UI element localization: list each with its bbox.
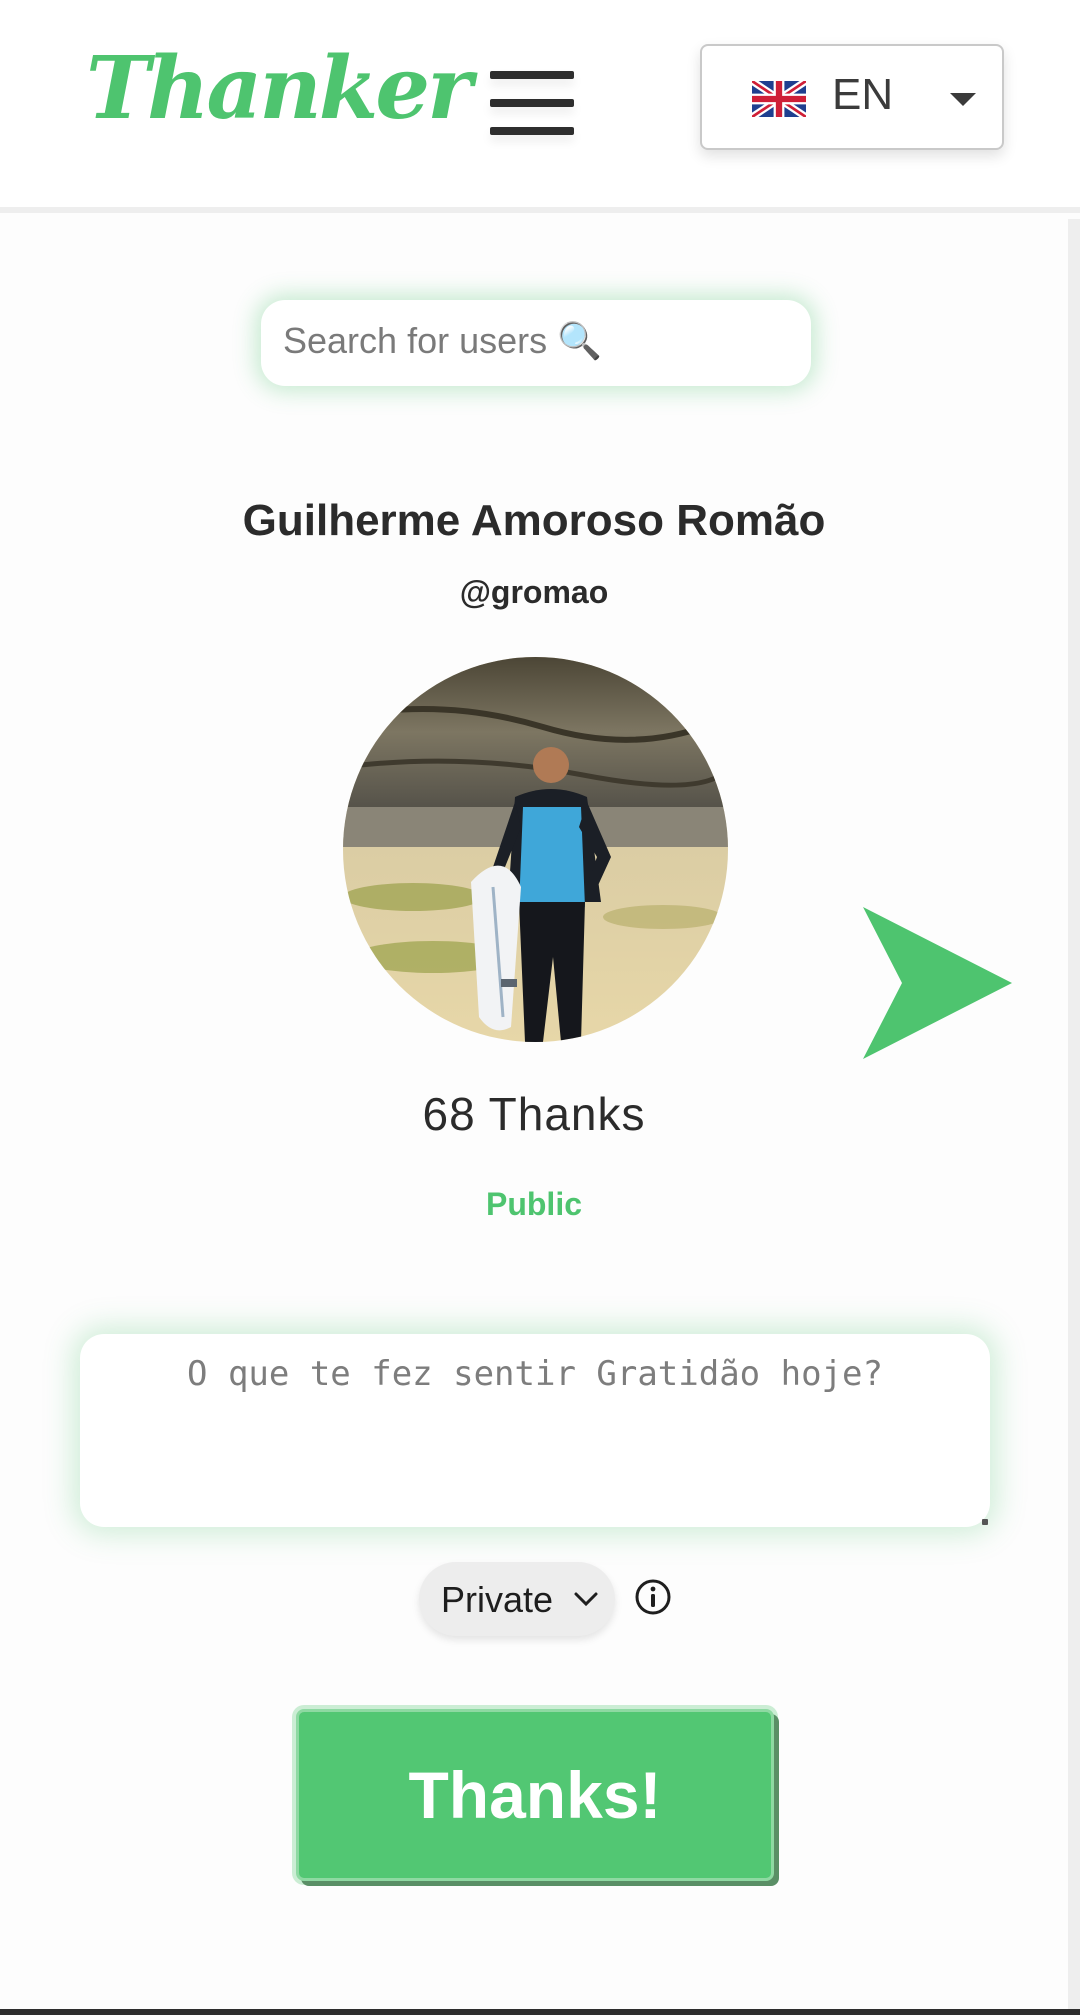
avatar-photo [343,657,728,1042]
app: Thanker EN Search for users 🔍 Guilherme … [0,0,1080,2015]
search-input[interactable]: Search for users 🔍 [261,300,811,386]
hamburger-line [490,127,574,135]
bottom-edge [0,2009,1080,2015]
language-code: EN [832,70,894,119]
hamburger-line [490,99,574,107]
profile-name: Guilherme Amoroso Romão [242,496,826,545]
next-user-arrow-icon[interactable] [858,905,1016,1061]
privacy-select[interactable]: Private [419,1562,615,1636]
language-select[interactable]: EN [700,44,1004,150]
resize-handle[interactable] [982,1519,988,1525]
thanker-logo[interactable]: Thanker [86,38,472,139]
avatar [343,657,728,1042]
profile-username: @gromao [459,574,609,610]
scrollbar[interactable] [1068,219,1080,2009]
caret-down-icon [950,93,976,106]
gratitude-textarea[interactable]: O que te fez sentir Gratidão hoje? [80,1334,990,1527]
menu-button[interactable] [490,68,574,140]
info-icon[interactable] [634,1578,672,1616]
gratitude-placeholder: O que te fez sentir Gratidão hoje? [187,1354,883,1394]
hamburger-line [490,71,574,79]
header: Thanker EN [0,0,1080,213]
profile-visibility: Public [485,1186,582,1222]
thanks-count: 68 Thanks [422,1088,646,1140]
uk-flag-icon [752,81,806,117]
search-placeholder: Search for users 🔍 [283,320,602,361]
chevron-down-icon [574,1592,598,1607]
thanks-submit-button[interactable]: Thanks! [296,1709,774,1881]
privacy-selected-label: Private [441,1579,554,1620]
